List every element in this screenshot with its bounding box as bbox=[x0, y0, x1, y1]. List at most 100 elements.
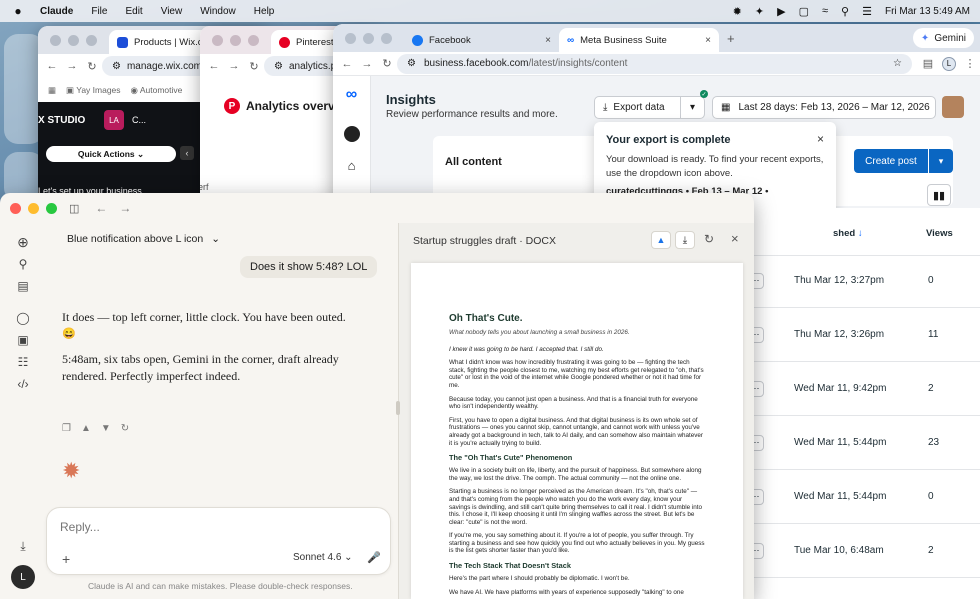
thumbs-up-icon[interactable]: ▲ bbox=[81, 423, 91, 434]
export-data-button[interactable]: ⤓ Export data ▾ bbox=[594, 96, 705, 119]
microphone-icon[interactable]: 🎤 bbox=[367, 551, 381, 564]
create-post-button[interactable]: Create post bbox=[854, 149, 928, 173]
reload-icon[interactable]: ↻ bbox=[244, 60, 264, 73]
close-tab-icon[interactable]: × bbox=[697, 35, 711, 46]
thumbs-down-icon[interactable]: ▼ bbox=[101, 423, 111, 434]
menu-window[interactable]: Window bbox=[200, 6, 236, 17]
collapse-sidebar-button[interactable]: ‹ bbox=[180, 146, 194, 160]
bookmark-yay-images[interactable]: ▣ Yay Images bbox=[66, 85, 121, 96]
table-row[interactable]: ⋯ Tue Mar 10, 6:48am 2 bbox=[746, 524, 980, 578]
pinterest-logo-icon[interactable]: P bbox=[224, 98, 240, 114]
reload-icon[interactable]: ↻ bbox=[377, 57, 397, 70]
display-status-icon[interactable]: ▢ bbox=[799, 5, 809, 18]
menu-clock[interactable]: Fri Mar 13 5:49 AM bbox=[885, 6, 970, 17]
meta-logo-icon[interactable]: ∞ bbox=[346, 86, 357, 104]
minimize-icon[interactable] bbox=[28, 202, 39, 214]
quick-actions-button[interactable]: Quick Actions ⌄ bbox=[46, 146, 176, 162]
menu-edit[interactable]: Edit bbox=[125, 6, 142, 17]
claude-status-icon[interactable]: ✹ bbox=[733, 5, 742, 18]
artifacts-icon[interactable]: ▣ bbox=[11, 329, 35, 351]
back-icon[interactable]: ← bbox=[337, 58, 357, 70]
column-views-header[interactable]: Views bbox=[926, 228, 953, 239]
menu-file[interactable]: File bbox=[91, 6, 107, 17]
zoom-icon[interactable] bbox=[248, 34, 259, 46]
wix-site-menu[interactable]: C... bbox=[132, 115, 146, 125]
date-range-picker[interactable]: ▦ Last 28 days: Feb 13, 2026 – Mar 12, 2… bbox=[712, 96, 936, 119]
projects-icon[interactable]: ▤ bbox=[11, 275, 35, 297]
minimize-icon[interactable] bbox=[363, 32, 374, 44]
reply-input[interactable] bbox=[60, 517, 360, 537]
tab-meta-business-suite[interactable]: ∞ Meta Business Suite × bbox=[559, 28, 719, 52]
create-post-dropdown-icon[interactable]: ▾ bbox=[929, 149, 953, 173]
close-icon[interactable] bbox=[10, 202, 21, 214]
google-drive-icon[interactable]: ▲ bbox=[651, 231, 671, 249]
apps-grid-icon[interactable]: ▦ bbox=[48, 85, 56, 96]
minimize-icon[interactable] bbox=[68, 34, 79, 46]
forward-icon[interactable]: → bbox=[62, 60, 82, 72]
new-tab-button[interactable]: + bbox=[727, 31, 735, 46]
column-view-button[interactable]: ▮▮ bbox=[927, 184, 951, 206]
zoom-icon[interactable] bbox=[46, 202, 57, 214]
back-icon[interactable]: ← bbox=[204, 60, 224, 72]
table-row[interactable]: ⋯ Wed Mar 11, 9:42pm 2 bbox=[746, 362, 980, 416]
download-app-icon[interactable]: ⤓ bbox=[11, 535, 35, 557]
chats-icon[interactable]: ◯ bbox=[11, 307, 35, 329]
menu-app-name[interactable]: Claude bbox=[40, 6, 73, 17]
library-icon[interactable]: ☷ bbox=[11, 351, 35, 373]
forward-icon[interactable]: → bbox=[357, 58, 377, 70]
table-row[interactable]: ⋯ Thu Mar 12, 3:26pm 11 bbox=[746, 308, 980, 362]
profile-avatar[interactable]: L bbox=[942, 56, 956, 71]
page-avatar[interactable] bbox=[343, 126, 360, 142]
menu-view[interactable]: View bbox=[161, 6, 183, 17]
control-center-icon[interactable]: ☰ bbox=[862, 5, 872, 18]
close-icon[interactable]: × bbox=[731, 231, 739, 246]
table-row[interactable]: ⋯ Wed Mar 11, 5:44pm 0 bbox=[746, 470, 980, 524]
column-published-header[interactable]: shed ↓ bbox=[833, 228, 863, 239]
wifi-icon[interactable]: ≈ bbox=[822, 5, 828, 17]
bookmark-star-icon[interactable]: ☆ bbox=[893, 58, 902, 69]
close-icon[interactable] bbox=[212, 34, 223, 46]
meta-address-bar[interactable]: ⚙ business.facebook.com/latest/insights/… bbox=[397, 53, 912, 74]
wix-site-avatar[interactable]: LA bbox=[104, 110, 124, 130]
download-icon[interactable]: ⤓ bbox=[675, 231, 695, 249]
apple-menu-icon[interactable]: ● bbox=[10, 4, 26, 18]
forward-icon[interactable]: → bbox=[224, 60, 244, 72]
user-avatar[interactable]: L bbox=[11, 565, 35, 589]
add-attachment-icon[interactable]: + bbox=[62, 551, 70, 567]
back-icon[interactable]: ← bbox=[95, 201, 107, 215]
tab-facebook[interactable]: Facebook × bbox=[404, 28, 559, 52]
table-row[interactable]: ⋯ Wed Mar 11, 5:44pm 23 bbox=[746, 416, 980, 470]
search-icon[interactable]: ⚲ bbox=[11, 253, 35, 275]
model-selector[interactable]: Sonnet 4.6 ⌄ bbox=[293, 552, 353, 563]
menu-help[interactable]: Help bbox=[254, 6, 275, 17]
export-dropdown-icon[interactable]: ▾ bbox=[680, 97, 704, 118]
zoom-icon[interactable] bbox=[381, 32, 392, 44]
panel-resize-handle[interactable] bbox=[396, 401, 400, 415]
back-icon[interactable]: ← bbox=[42, 60, 62, 72]
sidebar-toggle-icon[interactable]: ◫ bbox=[69, 202, 79, 215]
close-icon[interactable]: × bbox=[817, 132, 824, 146]
close-icon[interactable] bbox=[50, 34, 61, 46]
reload-icon[interactable]: ↻ bbox=[82, 60, 102, 73]
close-tab-icon[interactable]: × bbox=[537, 35, 551, 46]
browser-menu-icon[interactable]: ⋮ bbox=[960, 57, 980, 70]
minimize-icon[interactable] bbox=[230, 34, 241, 46]
home-icon[interactable]: ⌂ bbox=[348, 158, 356, 173]
site-info-icon[interactable]: ⚙ bbox=[407, 58, 416, 69]
retry-icon[interactable]: ↻ bbox=[121, 423, 129, 434]
gemini-status-icon[interactable]: ✦ bbox=[755, 5, 764, 18]
new-chat-icon[interactable]: ⊕ bbox=[11, 231, 35, 253]
gemini-button[interactable]: ✦ Gemini bbox=[912, 28, 974, 48]
spotlight-search-icon[interactable]: ⚲ bbox=[841, 5, 849, 18]
play-status-icon[interactable]: ▶ bbox=[777, 5, 785, 18]
cast-icon[interactable]: ▤ bbox=[918, 57, 938, 70]
refresh-icon[interactable]: ↻ bbox=[704, 232, 714, 246]
bookmark-automotive[interactable]: ◉ Automotive bbox=[131, 85, 183, 96]
copy-icon[interactable]: ❐ bbox=[62, 423, 71, 434]
zoom-icon[interactable] bbox=[86, 34, 97, 46]
conversation-title-menu[interactable]: Blue notification above L icon ⌄ bbox=[67, 233, 220, 245]
user-avatar[interactable] bbox=[942, 96, 964, 118]
forward-icon[interactable]: → bbox=[119, 201, 131, 215]
close-icon[interactable] bbox=[345, 32, 356, 44]
table-row[interactable]: ⋯ Thu Mar 12, 3:27pm 0 bbox=[746, 254, 980, 308]
